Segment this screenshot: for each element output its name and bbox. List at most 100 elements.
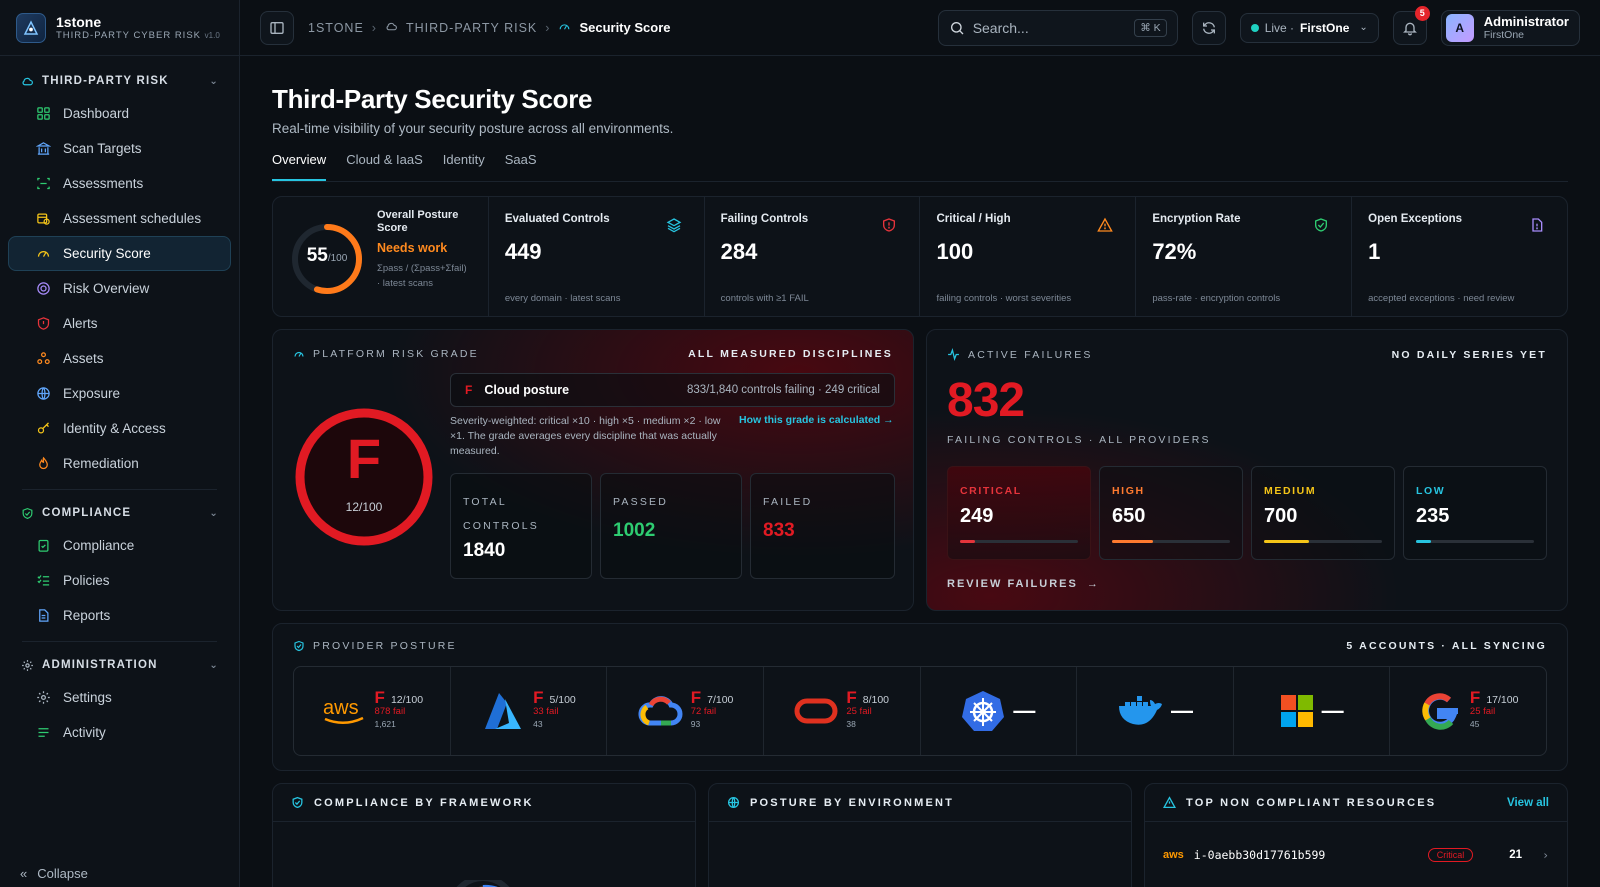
assets-icon [35, 351, 51, 367]
bell-icon [1402, 22, 1417, 35]
provider-total: 38 [846, 719, 856, 729]
provider-azure[interactable]: F 5/100 33 fail 43 [451, 667, 608, 755]
severity-tile-low[interactable]: LOW 235 [1403, 466, 1547, 560]
tile-value: 1840 [463, 540, 506, 561]
kpi-label: Evaluated Controls [504, 213, 610, 225]
card-title: PROVIDER POSTURE [293, 640, 457, 652]
nav-section-third-party-risk[interactable]: THIRD-PARTY RISK ⌄ [8, 66, 231, 96]
sidebar-item-identity-and-access[interactable]: Identity & Access [8, 411, 231, 446]
view-all-link[interactable]: View all [1507, 797, 1549, 809]
posture-status: Needs work [377, 241, 448, 255]
live-label: Live · [1264, 20, 1295, 35]
docker-logo-icon [1117, 694, 1163, 728]
sidebar-item-security-score[interactable]: Security Score [8, 236, 231, 271]
severity-tile-critical[interactable]: CRITICAL 249 [947, 466, 1091, 560]
page-title: Third-Party Security Score [272, 84, 593, 114]
provider-docker[interactable]: — [1077, 667, 1234, 755]
provider-grade-block: F 12/100 878 fail 1,621 [374, 689, 424, 730]
topbar: 1STONE › THIRD-PARTY RISK › Security Sco… [240, 0, 1600, 56]
tab-cloud-iaas[interactable]: Cloud & IaaS [346, 152, 423, 181]
sidebar-item-exposure[interactable]: Exposure [8, 376, 231, 411]
tab-saas[interactable]: SaaS [505, 152, 537, 181]
sidebar-item-assessment-schedules[interactable]: Assessment schedules [8, 201, 231, 236]
review-failures-link[interactable]: REVIEW FAILURES → [947, 578, 1547, 590]
severity-bar-fill [1416, 540, 1432, 543]
chevrons-left-icon: « [20, 866, 28, 881]
refresh-button[interactable] [1191, 10, 1226, 45]
tab-overview[interactable]: Overview [272, 152, 327, 181]
provider-google[interactable]: F 17/100 25 fail 45 [1390, 667, 1546, 755]
sidebar-item-label: Remediation [63, 456, 139, 471]
card-title: PLATFORM RISK GRADE [293, 348, 479, 360]
provider-kubernetes[interactable]: — [921, 667, 1078, 755]
table-row[interactable]: aws i-0aebb30d17761b599 Critical 21 › [1163, 848, 1549, 862]
sidebar-item-reports[interactable]: Reports [8, 598, 231, 633]
chevron-down-icon: ⌄ [1359, 22, 1368, 33]
breadcrumb-section[interactable]: THIRD-PARTY RISK [406, 21, 537, 35]
collapse-button[interactable]: « Collapse [20, 866, 88, 881]
provider-microsoft[interactable]: — [1234, 667, 1391, 755]
environment-selector[interactable]: Live · FirstOne ⌄ [1239, 12, 1379, 43]
flame-icon [35, 456, 51, 472]
sidebar-item-dashboard[interactable]: Dashboard [8, 96, 231, 131]
kpi-encryption-rate[interactable]: Encryption Rate 72% pass-rate · encryption… [1136, 197, 1353, 316]
arrow-right-icon: → [1086, 578, 1100, 590]
sidebar-item-label: Alerts [63, 316, 98, 331]
aws-logo-icon: aws [1163, 849, 1184, 861]
provider-gcp[interactable]: F 7/100 72 fail 93 [607, 667, 764, 755]
severity-bar [1264, 540, 1382, 543]
user-menu[interactable]: A Administrator FirstOne [1440, 9, 1580, 46]
discipline-row-cloud-posture[interactable]: F Cloud posture 833/1,840 controls faili… [450, 373, 895, 407]
sidebar-item-settings[interactable]: Settings [8, 680, 231, 715]
sidebar-item-alerts[interactable]: Alerts [8, 306, 231, 341]
provider-fail-count: 25 fail [846, 706, 872, 717]
notification-count-badge: 5 [1414, 5, 1430, 21]
severity-tile-medium[interactable]: MEDIUM 700 [1251, 466, 1395, 560]
provider-aws[interactable]: aws F 12/100 878 fail 1,621 [294, 667, 451, 755]
tab-identity[interactable]: Identity [443, 152, 485, 181]
how-grade-calculated-link[interactable]: How this grade is calculated → [739, 414, 894, 426]
brand[interactable]: 1stone THIRD-PARTY CYBER RISK v1.0 [0, 0, 239, 56]
kpi-label: Overall Posture Score [377, 209, 459, 234]
sidebar-item-scan-targets[interactable]: Scan Targets [8, 131, 231, 166]
severity-tile-high[interactable]: HIGH 650 [1099, 466, 1243, 560]
kpi-failing-controls[interactable]: Failing Controls 284 controls with ≥1 FAIL [705, 197, 921, 316]
provider-score: 12/100 [390, 694, 424, 706]
resource-count: 21 [1509, 849, 1523, 861]
sidebar-item-policies[interactable]: Policies [8, 563, 231, 598]
provider-oracle[interactable]: F 8/100 25 fail 38 [764, 667, 921, 755]
avatar: A [1445, 13, 1474, 42]
notifications-button[interactable]: 5 [1392, 5, 1430, 45]
card-title: ACTIVE FAILURES [947, 348, 1093, 361]
sidebar-item-risk-overview[interactable]: Risk Overview [8, 271, 231, 306]
sidebar-item-assets[interactable]: Assets [8, 341, 231, 376]
breadcrumb-root[interactable]: 1STONE [308, 21, 364, 35]
severity-label: LOW [1416, 485, 1446, 497]
refresh-icon [1202, 21, 1215, 34]
series-status: NO DAILY SERIES YET [1391, 348, 1547, 361]
severity-label: MEDIUM [1264, 485, 1317, 497]
sidebar-item-assessments[interactable]: Assessments [8, 166, 231, 201]
severity-bar-fill [960, 540, 976, 543]
kpi-critical-high[interactable]: Critical / High 100 failing controls · wor… [920, 197, 1137, 316]
tile-label: PASSED [613, 496, 669, 508]
provider-grade-block: F 7/100 72 fail 93 [690, 689, 734, 730]
sidebar-item-remediation[interactable]: Remediation [8, 446, 231, 481]
kpi-overall-posture[interactable]: 55/100 Overall Posture Score Needs work … [273, 197, 489, 316]
brand-name: 1stone [56, 14, 102, 30]
provider-total: 93 [690, 719, 701, 729]
nav-section-compliance[interactable]: COMPLIANCE ⌄ [8, 498, 231, 528]
kpi-strip: 55/100 Overall Posture Score Needs work … [272, 196, 1568, 317]
sidebar-item-activity[interactable]: Activity [8, 715, 231, 750]
tile-label: TOTAL CONTROLS [463, 496, 539, 532]
kpi-open-exceptions[interactable]: Open Exceptions 1 accepted exceptions · ne… [1352, 197, 1567, 316]
kpi-evaluated-controls[interactable]: Evaluated Controls 449 every domain · late… [489, 197, 705, 316]
search-input[interactable]: Search... ⌘ K [937, 9, 1178, 46]
kpi-label: Encryption Rate [1152, 213, 1241, 225]
shield-alert-icon [35, 316, 51, 332]
search-placeholder: Search... [972, 19, 1029, 36]
provider-total: 1,621 [374, 719, 396, 729]
nav-section-administration[interactable]: ADMINISTRATION ⌄ [8, 650, 231, 680]
sidebar-item-compliance[interactable]: Compliance [8, 528, 231, 563]
toggle-sidebar-button[interactable] [260, 10, 294, 45]
